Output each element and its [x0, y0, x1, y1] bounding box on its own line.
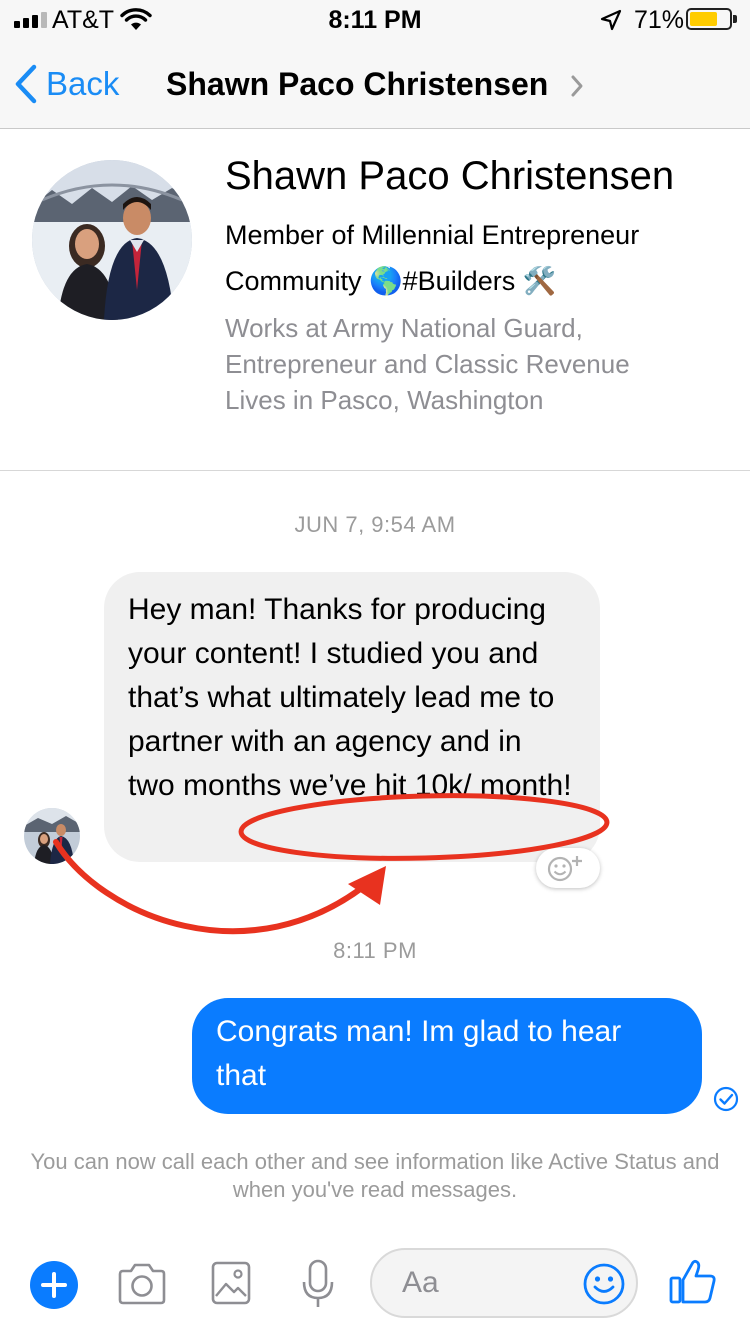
profile-avatar[interactable] [32, 160, 192, 320]
chevron-left-icon [15, 64, 37, 104]
profile-bio-line: Community 🌎#Builders 🛠️ [225, 266, 557, 296]
battery-percent: 71% [634, 6, 685, 34]
emoji-icon[interactable] [582, 1262, 626, 1306]
smiley-plus-icon [547, 856, 582, 882]
system-notice: You can now call each other and see info… [30, 1149, 720, 1202]
profile-work-line: Works at Army National Guard, [225, 313, 583, 343]
chevron-right-icon[interactable] [570, 74, 584, 98]
status-bar: AT&T 8:11 PM 71% [0, 0, 750, 40]
nav-bar: Back Shawn Paco Christensen [0, 40, 750, 129]
microphone-icon[interactable] [300, 1258, 336, 1310]
back-button[interactable]: Back [14, 62, 119, 106]
annotation-arrowhead [348, 866, 386, 905]
profile-bio-line: Member of Millennial Entrepreneur [225, 220, 640, 250]
profile-details: Works at Army National Guard, Entreprene… [225, 310, 725, 418]
profile-name: Shawn Paco Christensen [225, 154, 675, 198]
sender-avatar[interactable] [24, 808, 80, 864]
message-input[interactable] [400, 1264, 574, 1302]
profile-bio: Member of Millennial Entrepreneur Commun… [225, 212, 705, 304]
location-arrow-icon [600, 9, 622, 31]
incoming-message-bubble[interactable]: Hey man! Thanks for producing your conte… [104, 572, 600, 862]
thumbs-up-icon[interactable] [668, 1258, 718, 1306]
plus-icon [41, 1272, 67, 1298]
battery-icon [686, 8, 737, 30]
profile-work-line: Entrepreneur and Classic Revenue [225, 349, 630, 379]
message-timestamp: 8:11 PM [333, 938, 417, 963]
outgoing-message-bubble[interactable]: Congrats man! Im glad to hear that [192, 998, 702, 1114]
sent-check-icon [713, 1086, 739, 1112]
back-label: Back [46, 65, 120, 102]
conversation-title[interactable]: Shawn Paco Christensen [166, 66, 548, 103]
message-input-container [370, 1248, 638, 1318]
divider [0, 470, 750, 471]
photo-icon[interactable] [210, 1260, 252, 1306]
camera-icon[interactable] [116, 1262, 168, 1306]
composer-bar [0, 1238, 750, 1334]
more-actions-button[interactable] [30, 1261, 78, 1309]
message-timestamp: JUN 7, 9:54 AM [294, 512, 456, 537]
battery-fill [690, 12, 717, 26]
outgoing-message-text: Congrats man! Im glad to hear that [216, 1015, 622, 1092]
incoming-message-text: Hey man! Thanks for producing your conte… [128, 593, 572, 802]
add-reaction-button[interactable] [536, 848, 600, 888]
profile-location: Lives in Pasco, Washington [225, 385, 544, 415]
